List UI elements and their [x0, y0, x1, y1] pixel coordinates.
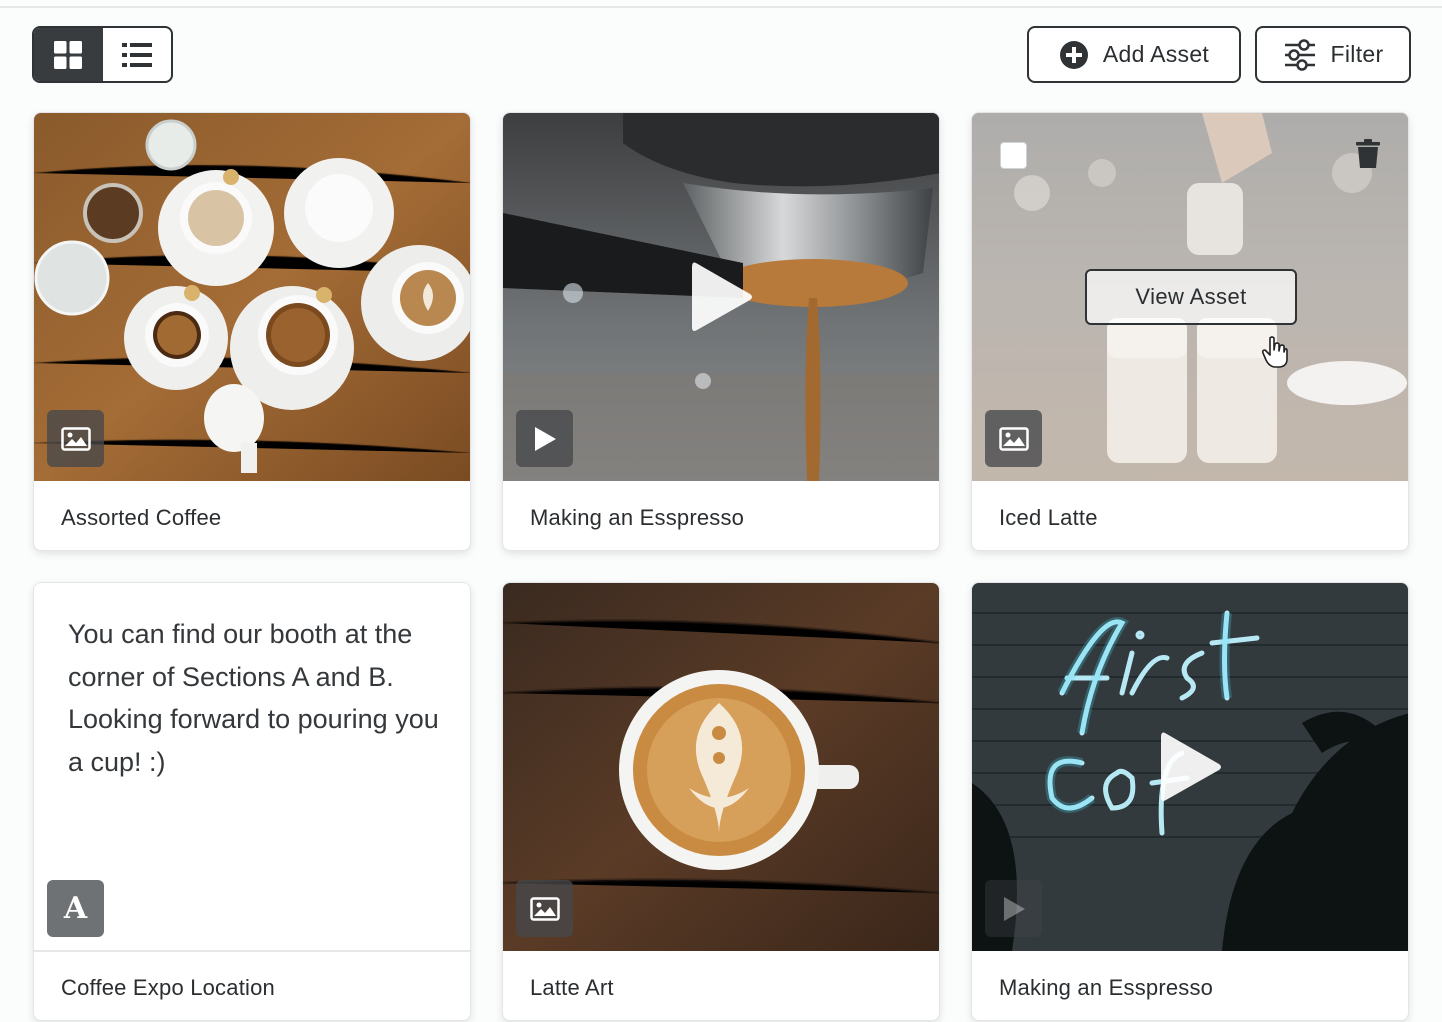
text-asset-body: You can find our booth at the corner of …	[68, 619, 439, 777]
list-view-button[interactable]	[103, 28, 172, 81]
image-type-badge	[47, 410, 104, 467]
asset-card[interactable]: Latte Art	[502, 582, 940, 1021]
top-divider	[0, 6, 1442, 8]
asset-thumbnail[interactable]	[503, 583, 939, 951]
play-overlay-icon[interactable]	[1157, 729, 1223, 805]
asset-card[interactable]: Making an Esspresso	[971, 582, 1409, 1021]
image-type-badge	[516, 880, 573, 937]
asset-card[interactable]: Making an Esspresso	[502, 112, 940, 551]
trash-icon[interactable]	[1355, 139, 1381, 169]
grid-icon	[54, 40, 83, 69]
image-icon	[998, 426, 1029, 451]
asset-thumbnail[interactable]: View Asset	[972, 113, 1408, 481]
asset-title: Latte Art	[530, 975, 614, 1000]
view-toggle	[32, 26, 173, 83]
asset-thumbnail[interactable]	[972, 583, 1408, 951]
asset-title: Iced Latte	[999, 505, 1098, 530]
filter-button[interactable]: Filter	[1255, 26, 1411, 83]
text-icon: A	[63, 891, 88, 926]
asset-title: Making an Esspresso	[999, 975, 1214, 1000]
video-type-badge	[985, 880, 1042, 937]
asset-title: Coffee Expo Location	[61, 975, 275, 1000]
image-type-badge	[985, 410, 1042, 467]
list-icon	[121, 42, 152, 67]
grid-view-button[interactable]	[34, 28, 103, 81]
play-overlay-icon[interactable]	[688, 259, 754, 335]
video-type-badge	[516, 410, 573, 467]
asset-thumbnail[interactable]	[34, 113, 470, 481]
plus-circle-icon	[1059, 40, 1088, 69]
text-type-badge: A	[47, 880, 104, 937]
view-asset-button[interactable]: View Asset	[1085, 269, 1297, 325]
asset-card[interactable]: Assorted Coffee	[33, 112, 471, 551]
asset-card[interactable]: View Asset Iced Latte	[971, 112, 1409, 551]
filter-label: Filter	[1330, 41, 1384, 67]
add-asset-label: Add Asset	[1102, 41, 1210, 67]
add-asset-button[interactable]: Add Asset	[1027, 26, 1241, 83]
image-icon	[529, 896, 560, 921]
asset-title: Making an Esspresso	[530, 505, 745, 530]
select-checkbox[interactable]	[1000, 142, 1027, 169]
play-icon	[534, 426, 556, 451]
image-icon	[60, 426, 91, 451]
play-icon	[1003, 896, 1025, 921]
asset-thumbnail[interactable]	[503, 113, 939, 481]
sliders-icon	[1284, 38, 1315, 71]
hand-pointer-icon	[1261, 336, 1288, 368]
asset-title: Assorted Coffee	[61, 505, 222, 530]
asset-card[interactable]: You can find our booth at the corner of …	[33, 582, 471, 1021]
card-divider	[34, 950, 470, 952]
